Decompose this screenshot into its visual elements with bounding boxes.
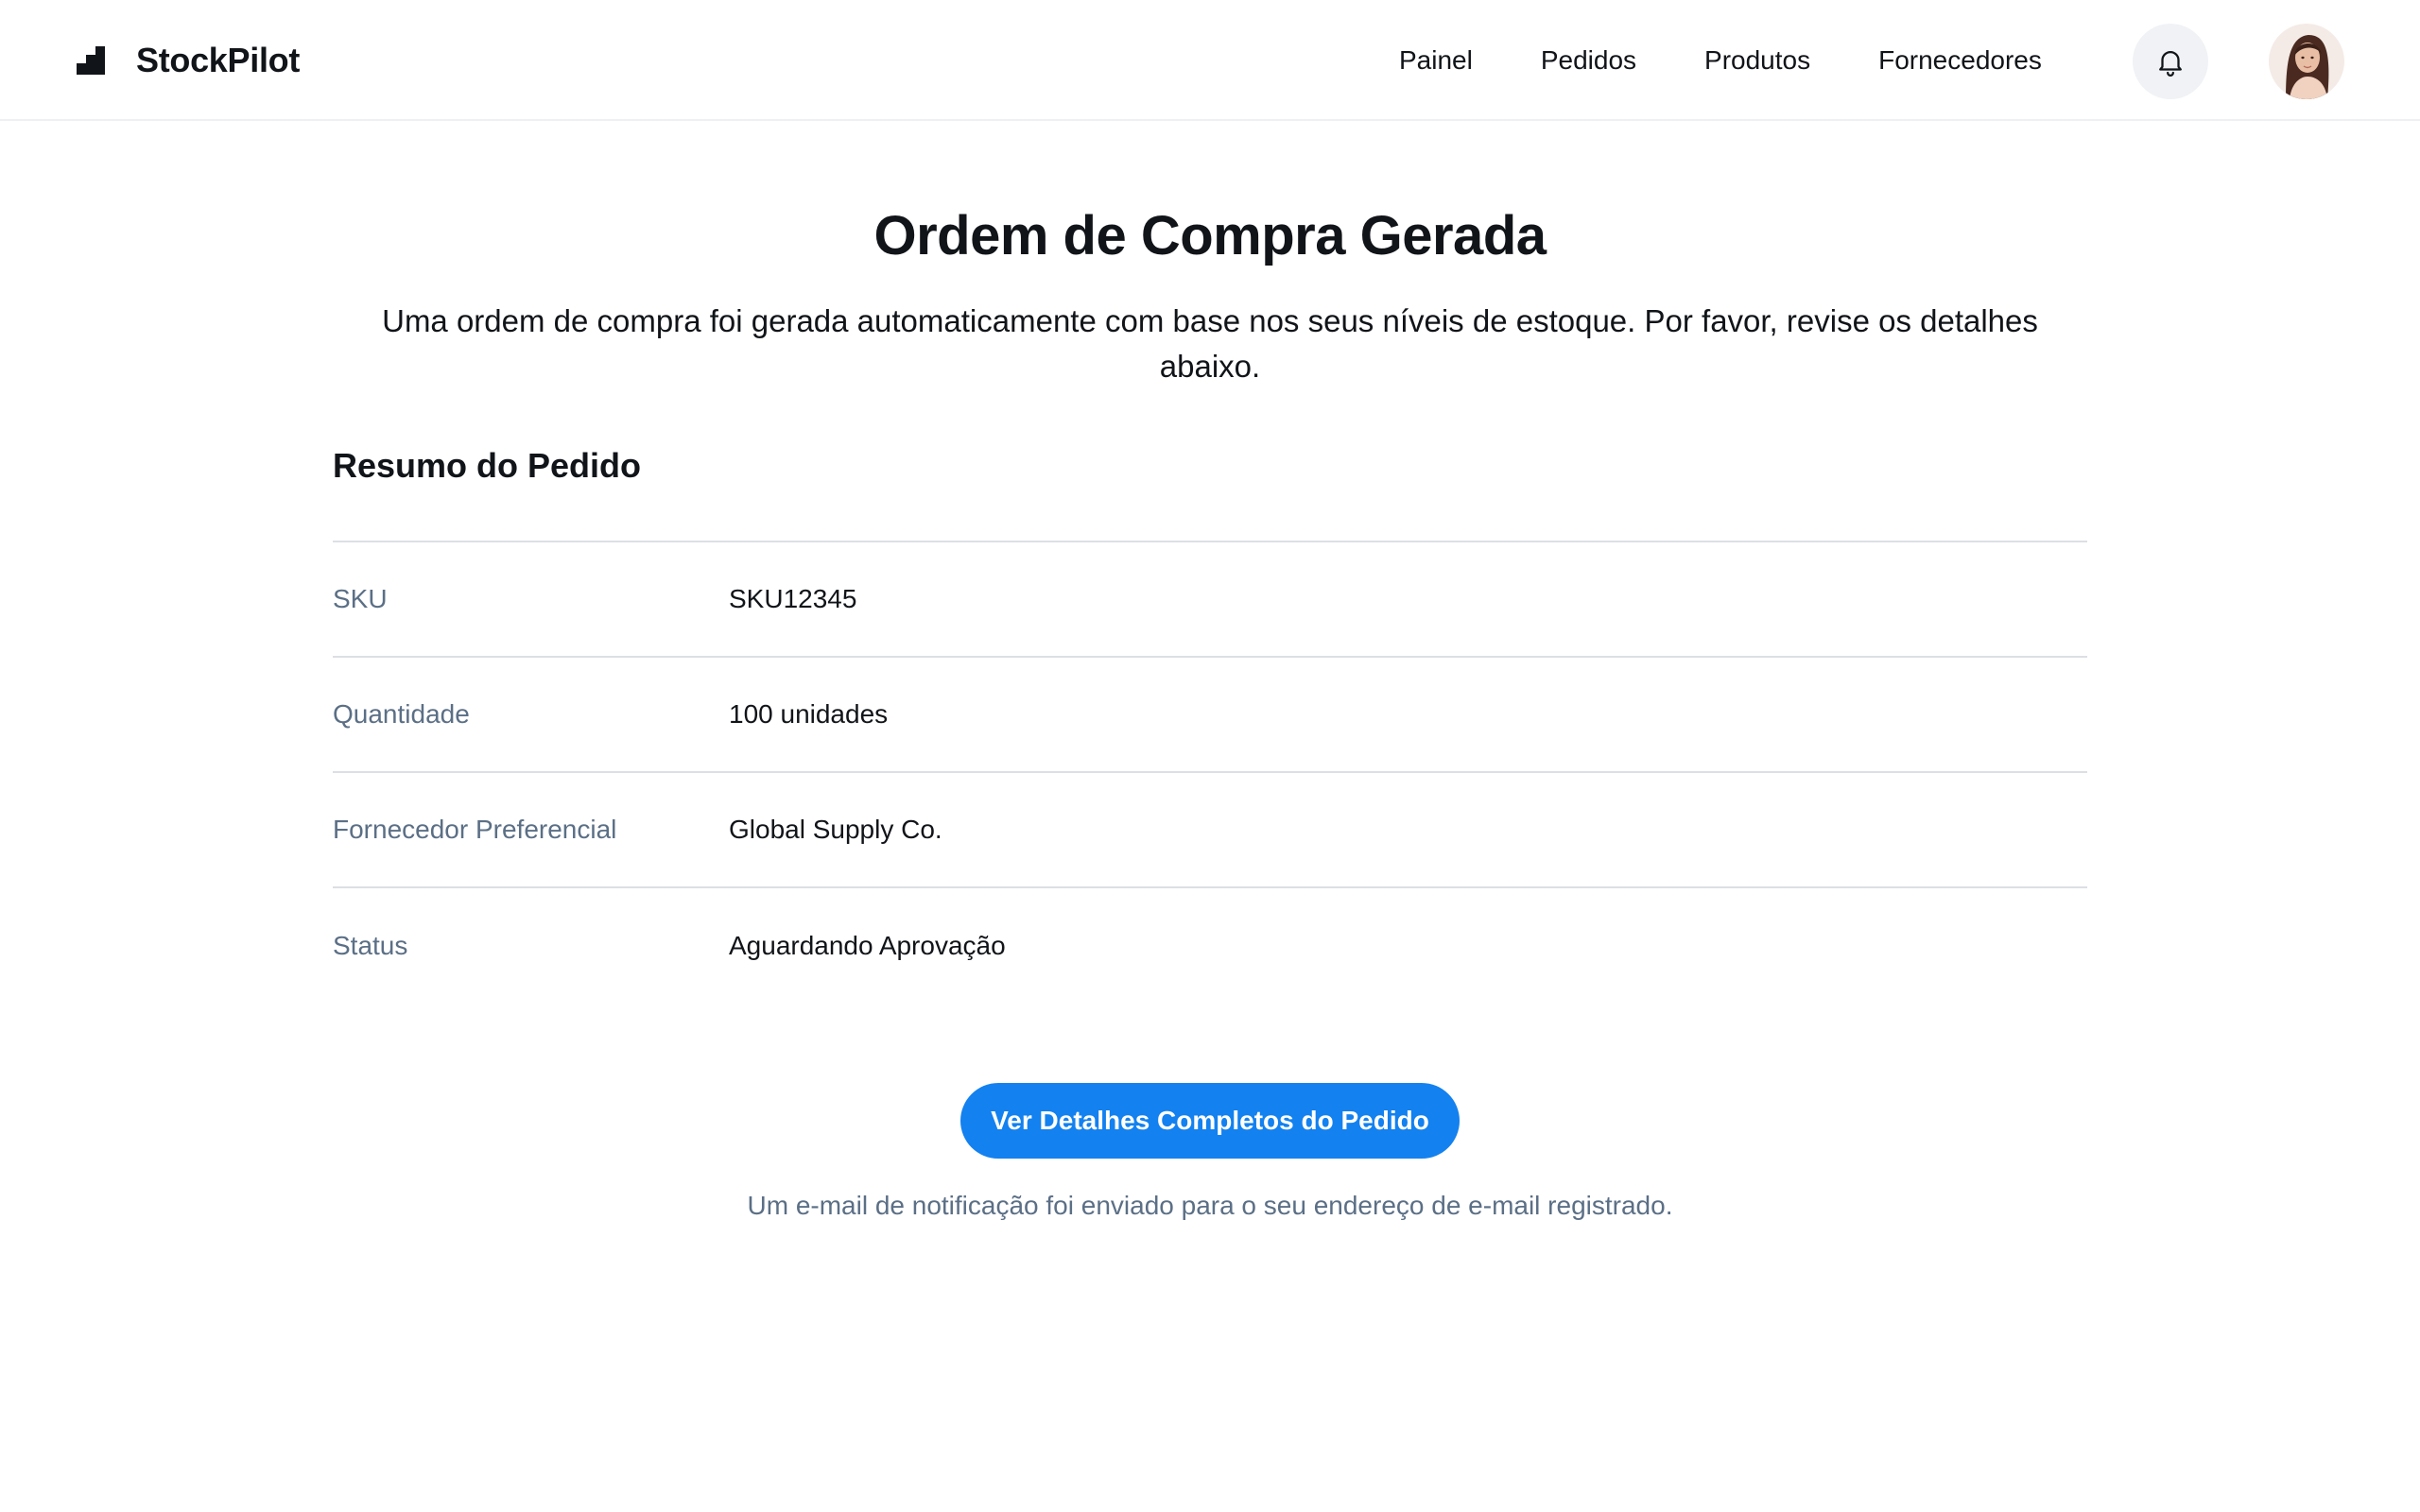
summary-label: Status bbox=[333, 931, 408, 960]
email-notice: Um e-mail de notificação foi enviado par… bbox=[747, 1191, 1673, 1220]
main-content: Ordem de Compra Gerada Uma ordem de comp… bbox=[333, 121, 2087, 1221]
page-subtitle: Uma ordem de compra foi gerada automatic… bbox=[382, 303, 2038, 384]
summary-row-supplier: Fornecedor Preferencial Global Supply Co… bbox=[333, 773, 2087, 888]
actions: Ver Detalhes Completos do Pedido bbox=[333, 1083, 2087, 1159]
view-full-order-button[interactable]: Ver Detalhes Completos do Pedido bbox=[960, 1083, 1460, 1159]
nav-item-produtos[interactable]: Produtos bbox=[1704, 45, 1810, 76]
order-summary-table: SKU SKU12345 Quantidade 100 unidades For… bbox=[333, 541, 2087, 1004]
notifications-button[interactable] bbox=[2133, 24, 2208, 99]
summary-label: Quantidade bbox=[333, 699, 470, 729]
avatar-portrait-icon bbox=[2269, 24, 2344, 99]
nav-item-painel[interactable]: Painel bbox=[1399, 45, 1473, 76]
bar-steps-icon bbox=[77, 46, 105, 75]
summary-row-status: Status Aguardando Aprovação bbox=[333, 888, 2087, 1004]
summary-label: Fornecedor Preferencial bbox=[333, 815, 617, 844]
nav-item-fornecedores[interactable]: Fornecedores bbox=[1878, 45, 2042, 76]
summary-value: SKU12345 bbox=[729, 584, 857, 613]
summary-value: 100 unidades bbox=[729, 699, 889, 729]
summary-label: SKU bbox=[333, 584, 388, 613]
top-navigation-bar: StockPilot Painel Pedidos Produtos Forne… bbox=[0, 0, 2420, 121]
summary-title: Resumo do Pedido bbox=[333, 446, 642, 485]
brand[interactable]: StockPilot bbox=[77, 34, 300, 87]
page-title: Ordem de Compra Gerada bbox=[873, 205, 1547, 266]
bell-icon bbox=[2159, 51, 2182, 77]
summary-row-quantity: Quantidade 100 unidades bbox=[333, 658, 2087, 773]
nav-item-pedidos[interactable]: Pedidos bbox=[1541, 45, 1636, 76]
summary-value: Global Supply Co. bbox=[729, 815, 942, 844]
brand-name: StockPilot bbox=[136, 41, 301, 79]
main-nav: Painel Pedidos Produtos Fornecedores bbox=[1399, 34, 2042, 87]
summary-row-sku: SKU SKU12345 bbox=[333, 542, 2087, 658]
user-avatar[interactable] bbox=[2269, 24, 2344, 99]
status-value: Aguardando Aprovação bbox=[729, 931, 1006, 960]
